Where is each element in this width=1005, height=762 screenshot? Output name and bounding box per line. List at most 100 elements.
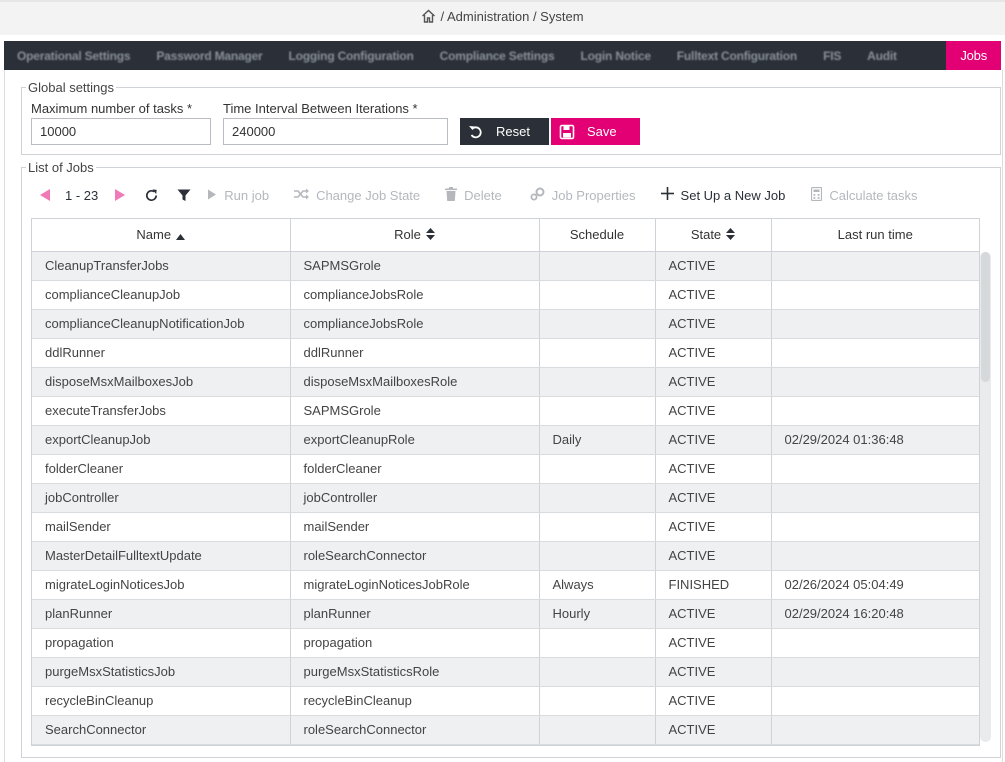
cell-role: migrateLoginNoticesJobRole: [290, 570, 540, 600]
jobs-toolbar: 1 - 23 Run job Change Job State Delete J…: [31, 183, 991, 207]
change-job-state-button[interactable]: Change Job State: [294, 188, 420, 203]
cell-schedule: Always: [539, 570, 656, 600]
tab-compliance-settings[interactable]: Compliance Settings: [427, 41, 568, 70]
cell-state: ACTIVE: [655, 280, 772, 310]
plus-icon: [660, 187, 674, 203]
table-row[interactable]: MasterDetailFulltextUpdate roleSearchConn…: [32, 541, 979, 571]
cell-last: [771, 512, 979, 542]
cell-state: ACTIVE: [655, 367, 772, 397]
filter-icon[interactable]: [177, 189, 191, 202]
max-tasks-input[interactable]: [31, 118, 211, 145]
table-row[interactable]: ddlRunner ddlRunner ACTIVE: [32, 338, 979, 368]
interval-input[interactable]: [223, 118, 448, 145]
cell-name: executeTransferJobs: [32, 396, 291, 426]
cell-state: FINISHED: [655, 570, 772, 600]
table-row[interactable]: planRunner planRunner Hourly ACTIVE 02/29/20…: [32, 599, 979, 629]
cell-name: exportCleanupJob: [32, 425, 291, 455]
reset-button[interactable]: Reset: [460, 118, 549, 145]
job-properties-button[interactable]: Job Properties: [530, 187, 636, 204]
column-header-role[interactable]: Role: [290, 219, 540, 252]
table-row[interactable]: complianceCleanupNotificationJob complian…: [32, 309, 979, 339]
table-row[interactable]: migrateLoginNoticesJob migrateLoginNotice…: [32, 570, 979, 600]
tab-fis[interactable]: FIS: [810, 41, 854, 70]
table-row[interactable]: executeTransferJobs SAPMSGrole ACTIVE: [32, 396, 979, 426]
interval-label: Time Interval Between Iterations *: [223, 101, 418, 116]
tab-audit[interactable]: Audit: [854, 41, 910, 70]
table-row[interactable]: exportCleanupJob exportCleanupRole Daily AC…: [32, 425, 979, 455]
cell-state: ACTIVE: [655, 396, 772, 426]
top-bar: / Administration / System: [0, 0, 1005, 35]
table-scrollbar[interactable]: [980, 252, 991, 742]
run-job-label: Run job: [224, 187, 270, 203]
column-header-state[interactable]: State: [655, 219, 772, 252]
table-row[interactable]: recycleBinCleanup recycleBinCleanup ACTIVE: [32, 686, 979, 716]
cell-name: CleanupTransferJobs: [32, 251, 291, 281]
prev-page-icon[interactable]: [39, 189, 51, 201]
table-row[interactable]: complianceCleanupJob complianceJobsRole AC…: [32, 280, 979, 310]
scrollbar-thumb[interactable]: [981, 252, 990, 382]
tab-logging-configuration[interactable]: Logging Configuration: [276, 41, 427, 70]
refresh-icon[interactable]: [144, 188, 159, 203]
cell-last: [771, 454, 979, 484]
save-button[interactable]: Save: [551, 118, 640, 145]
table-row[interactable]: propagation propagation ACTIVE: [32, 628, 979, 658]
delete-label: Delete: [464, 187, 502, 203]
column-header-schedule[interactable]: Schedule: [539, 219, 656, 252]
table-row[interactable]: SearchConnector roleSearchConnector ACTIVE: [32, 715, 979, 745]
jobs-table: Name Role Schedule State Last run time C…: [31, 218, 980, 746]
table-row[interactable]: folderCleaner folderCleaner ACTIVE: [32, 454, 979, 484]
cell-schedule: [539, 251, 656, 281]
cell-last: [771, 396, 979, 426]
table-row[interactable]: CleanupTransferJobs SAPMSGrole ACTIVE: [32, 251, 979, 281]
set-up-new-job-label: Set Up a New Job: [680, 187, 786, 203]
calculate-tasks-button[interactable]: Calculate tasks: [811, 186, 917, 204]
column-header-role-label: Role: [394, 226, 421, 242]
cell-name: ddlRunner: [32, 338, 291, 368]
cell-role: complianceJobsRole: [290, 309, 540, 339]
tab-operational-settings[interactable]: Operational Settings: [4, 41, 143, 70]
cell-last: [771, 251, 979, 281]
undo-icon: [468, 124, 484, 140]
sort-icon[interactable]: [726, 227, 736, 243]
cell-schedule: [539, 628, 656, 658]
cell-role: roleSearchConnector: [290, 541, 540, 571]
cell-last: 02/29/2024 01:36:48: [771, 425, 979, 455]
sort-ascending-icon[interactable]: [176, 228, 186, 243]
breadcrumb-path[interactable]: / Administration / System: [440, 9, 583, 24]
next-page-icon[interactable]: [114, 189, 126, 201]
cell-last: [771, 280, 979, 310]
cell-schedule: [539, 367, 656, 397]
cell-schedule: [539, 280, 656, 310]
tab-fulltext-configuration[interactable]: Fulltext Configuration: [664, 41, 810, 70]
reset-label: Reset: [496, 124, 530, 139]
cell-schedule: [539, 657, 656, 687]
tab-login-notice[interactable]: Login Notice: [568, 41, 664, 70]
table-row[interactable]: jobController jobController ACTIVE: [32, 483, 979, 513]
cell-schedule: [539, 686, 656, 716]
floppy-disk-icon: [559, 124, 575, 140]
sort-icon[interactable]: [425, 227, 435, 243]
cell-name: folderCleaner: [32, 454, 291, 484]
table-row[interactable]: purgeMsxStatisticsJob purgeMsxStatisticsR…: [32, 657, 979, 687]
column-header-last-run-time[interactable]: Last run time: [771, 219, 979, 252]
cell-schedule: [539, 454, 656, 484]
home-icon[interactable]: [421, 9, 436, 26]
set-up-new-job-button[interactable]: Set Up a New Job: [660, 187, 786, 203]
tab-jobs[interactable]: Jobs: [946, 41, 1001, 70]
cell-name: disposeMsxMailboxesJob: [32, 367, 291, 397]
cell-state: ACTIVE: [655, 599, 772, 629]
column-header-name[interactable]: Name: [32, 219, 291, 252]
cell-name: propagation: [32, 628, 291, 658]
cell-state: ACTIVE: [655, 715, 772, 745]
breadcrumb: / Administration / System: [0, 9, 1005, 26]
column-header-last-run-time-label: Last run time: [837, 227, 913, 243]
cell-state: ACTIVE: [655, 454, 772, 484]
run-job-button[interactable]: Run job: [207, 188, 269, 203]
gears-icon: [530, 187, 545, 204]
table-row[interactable]: disposeMsxMailboxesJob disposeMsxMailboxe…: [32, 367, 979, 397]
cell-last: 02/29/2024 16:20:48: [771, 599, 979, 629]
table-row[interactable]: mailSender mailSender ACTIVE: [32, 512, 979, 542]
pager-text: 1 - 23: [65, 187, 99, 203]
delete-button[interactable]: Delete: [445, 186, 502, 204]
tab-password-manager[interactable]: Password Manager: [143, 41, 275, 70]
